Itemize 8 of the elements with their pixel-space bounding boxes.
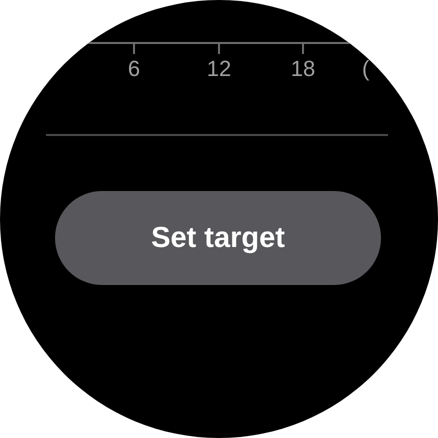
axis-label: 18	[290, 56, 316, 82]
axis-tick	[218, 42, 220, 54]
axis-tick	[133, 42, 135, 54]
axis-tick	[302, 42, 304, 54]
axis-label: 6	[128, 56, 140, 82]
axis-label: 12	[206, 56, 232, 82]
axis-unit: (	[362, 56, 370, 82]
set-target-button[interactable]: Set target	[55, 191, 381, 285]
